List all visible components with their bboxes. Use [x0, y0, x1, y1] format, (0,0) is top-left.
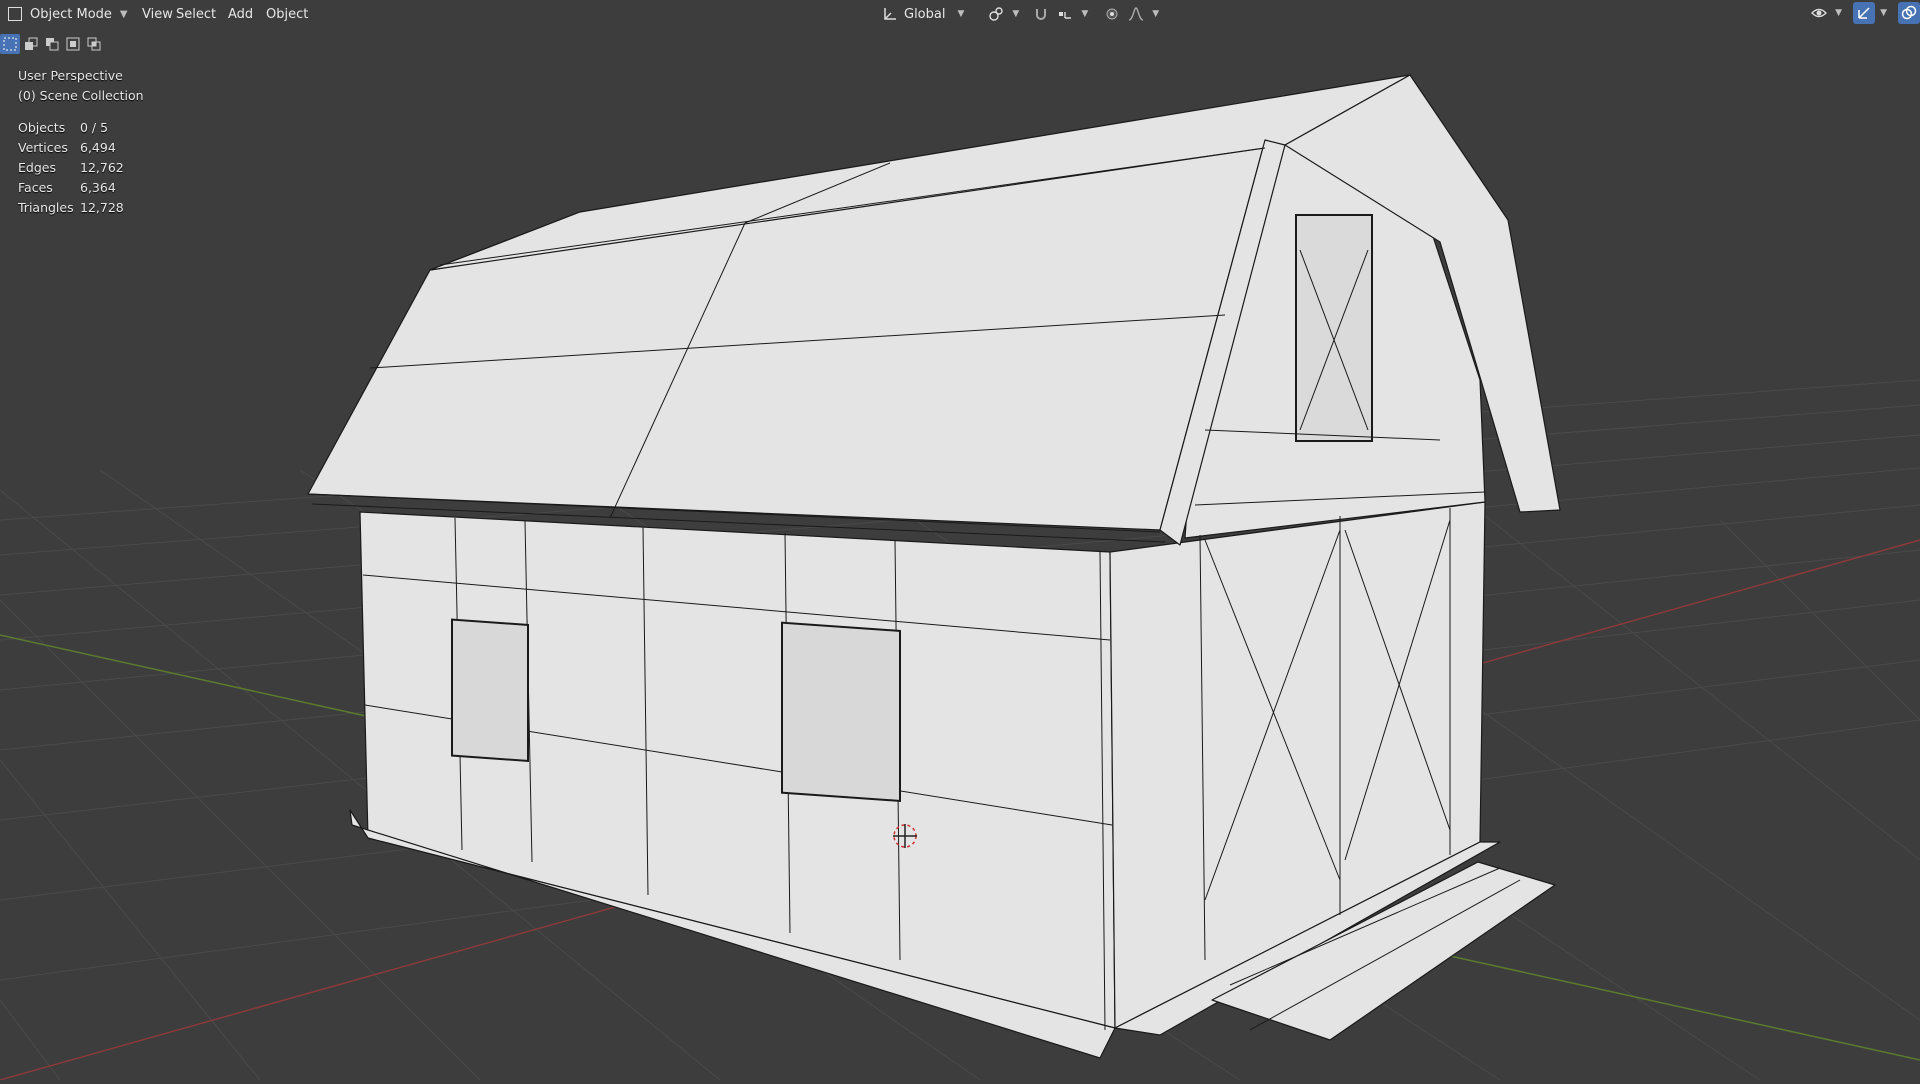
proportional-editing-toggle[interactable] [1101, 3, 1123, 25]
proportional-editing-icon [1106, 8, 1118, 20]
select-extend-button[interactable] [21, 34, 41, 54]
select-invert-button[interactable] [63, 34, 83, 54]
chevron-down-icon[interactable]: ▼ [1152, 9, 1159, 19]
overlays-icon [1901, 5, 1917, 20]
chevron-down-icon: ▼ [957, 9, 965, 19]
scene-statistics: Objects 0 / 5 Vertices 6,494 Edges 12,762 F… [18, 118, 144, 218]
pivot-point-icon [989, 7, 1004, 21]
viewport-header: Object Mode ▼ View Select Add Object Glo… [0, 0, 1920, 28]
snap-magnet-icon [1036, 9, 1047, 20]
stat-label: Objects [18, 120, 66, 135]
snap-toggle[interactable] [1030, 3, 1052, 25]
chevron-down-icon[interactable]: ▼ [1012, 9, 1019, 19]
mode-selector[interactable]: Object Mode ▼ [2, 2, 134, 26]
stat-value: 6,494 [80, 140, 116, 155]
chevron-down-icon: ▼ [119, 8, 128, 20]
select-subtract-button[interactable] [42, 34, 62, 54]
center-toolbar: Global ▼ ▼ ▼ ▼ [876, 2, 1162, 26]
chevron-down-icon[interactable]: ▼ [1835, 8, 1842, 18]
select-invert-icon [66, 37, 80, 51]
gizmo-toggle[interactable] [1853, 2, 1876, 24]
select-subtract-icon [46, 38, 59, 51]
pivot-point-button[interactable] [985, 3, 1007, 25]
right-toolbar: ▼ ▼ [1808, 2, 1920, 24]
stat-label: Vertices [18, 140, 68, 155]
select-new-icon [3, 37, 17, 51]
chevron-down-icon[interactable]: ▼ [1880, 8, 1887, 18]
visibility-button[interactable] [1808, 2, 1830, 24]
snap-target-button[interactable] [1054, 3, 1076, 25]
stat-value: 12,762 [80, 160, 124, 175]
viewport-text-info: User Perspective (0) Scene Collection Ob… [18, 66, 144, 218]
select-intersect-icon [87, 37, 101, 51]
falloff-button[interactable] [1125, 3, 1147, 25]
stat-value: 0 / 5 [80, 120, 109, 135]
selection-mode-buttons [0, 34, 104, 54]
gizmo-icon [1858, 7, 1870, 19]
falloff-curve-icon [1129, 7, 1144, 21]
snap-increment-icon [1059, 12, 1072, 19]
select-extend-icon [25, 37, 38, 50]
collection-name: (0) Scene Collection [18, 88, 144, 103]
orientation-label: Global [904, 6, 946, 22]
stat-label: Edges [18, 160, 56, 175]
overlays-toggle[interactable] [1898, 2, 1920, 24]
object-mode-icon [8, 7, 22, 21]
stat-row: Edges 12,762 [18, 158, 144, 178]
menu-add[interactable]: Add [222, 2, 259, 26]
stat-label: Triangles [18, 200, 74, 215]
chevron-down-icon[interactable]: ▼ [1081, 9, 1088, 19]
eye-visibility-icon [1811, 8, 1828, 18]
select-new-button[interactable] [0, 34, 20, 54]
menu-object[interactable]: Object [260, 2, 314, 26]
stat-row: Objects 0 / 5 [18, 118, 144, 138]
3d-viewport[interactable] [0, 0, 1920, 1081]
stat-value: 12,728 [80, 200, 124, 215]
transform-orientation-icon [884, 8, 896, 20]
stat-label: Faces [18, 180, 53, 195]
stat-row: Triangles 12,728 [18, 198, 144, 218]
view-name: User Perspective [18, 68, 123, 83]
viewport-scene[interactable] [0, 0, 1920, 1081]
stat-row: Faces 6,364 [18, 178, 144, 198]
menu-select[interactable]: Select [170, 2, 222, 26]
stat-value: 6,364 [80, 180, 116, 195]
stat-row: Vertices 6,494 [18, 138, 144, 158]
transform-orientation-selector[interactable]: Global ▼ [876, 2, 973, 26]
mode-label: Object Mode [30, 6, 112, 22]
select-intersect-button[interactable] [84, 34, 104, 54]
